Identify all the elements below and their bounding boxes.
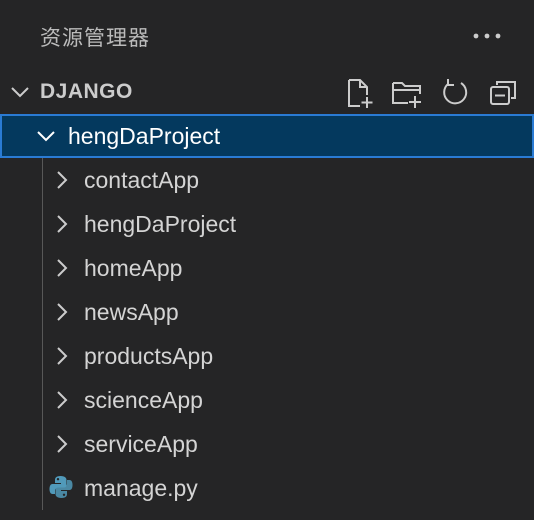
tree-item-file[interactable]: manage.py <box>0 466 534 510</box>
chevron-right-icon <box>57 259 68 277</box>
new-folder-button[interactable] <box>390 76 424 110</box>
tree-item-label: newsApp <box>84 299 179 325</box>
tree-item-label: serviceApp <box>84 431 198 457</box>
tree-item-root-folder[interactable]: hengDaProject <box>0 114 534 158</box>
more-actions-button[interactable] <box>470 22 504 50</box>
file-tree: hengDaProject contactApp hengDaProject h… <box>0 114 534 510</box>
section-header-django[interactable]: DJANGO <box>0 70 534 114</box>
explorer-title-bar: 资源管理器 <box>0 0 534 70</box>
tree-item-folder[interactable]: scienceApp <box>0 378 534 422</box>
refresh-button[interactable] <box>438 76 472 110</box>
chevron-right-icon <box>57 391 68 409</box>
collapse-all-icon <box>490 81 516 105</box>
tree-item-folder[interactable]: productsApp <box>0 334 534 378</box>
collapse-all-button[interactable] <box>486 76 520 110</box>
tree-item-label: scienceApp <box>84 387 203 413</box>
chevron-down-icon <box>37 131 55 142</box>
tree-item-folder[interactable]: newsApp <box>0 290 534 334</box>
python-icon <box>49 476 73 498</box>
explorer-panel: 资源管理器 DJANGO hengDaProject contactApp he… <box>0 0 534 520</box>
chevron-right-icon <box>57 171 68 189</box>
tree-item-label: contactApp <box>84 167 200 193</box>
tree-item-folder[interactable]: serviceApp <box>0 422 534 466</box>
section-title: DJANGO <box>40 80 133 103</box>
tree-item-label: homeApp <box>84 255 183 281</box>
new-file-icon <box>348 79 373 108</box>
tree-item-folder[interactable]: hengDaProject <box>0 202 534 246</box>
panel-title: 资源管理器 <box>40 26 150 50</box>
refresh-icon <box>443 79 468 105</box>
tree-item-folder[interactable]: contactApp <box>0 158 534 202</box>
chevron-right-icon <box>57 347 68 365</box>
chevron-right-icon <box>57 435 68 453</box>
indent-guide <box>42 158 43 510</box>
ellipsis-icon <box>473 33 501 39</box>
chevron-right-icon <box>57 215 68 233</box>
new-folder-icon <box>392 82 421 108</box>
chevron-right-icon <box>57 303 68 321</box>
tree-item-folder[interactable]: homeApp <box>0 246 534 290</box>
tree-item-label: hengDaProject <box>68 123 221 149</box>
chevron-down-icon <box>11 87 29 98</box>
header-actions <box>342 76 520 108</box>
new-file-button[interactable] <box>342 76 376 110</box>
tree-item-label: productsApp <box>84 343 214 369</box>
tree-item-label: hengDaProject <box>84 211 237 237</box>
tree-item-label: manage.py <box>84 475 198 501</box>
